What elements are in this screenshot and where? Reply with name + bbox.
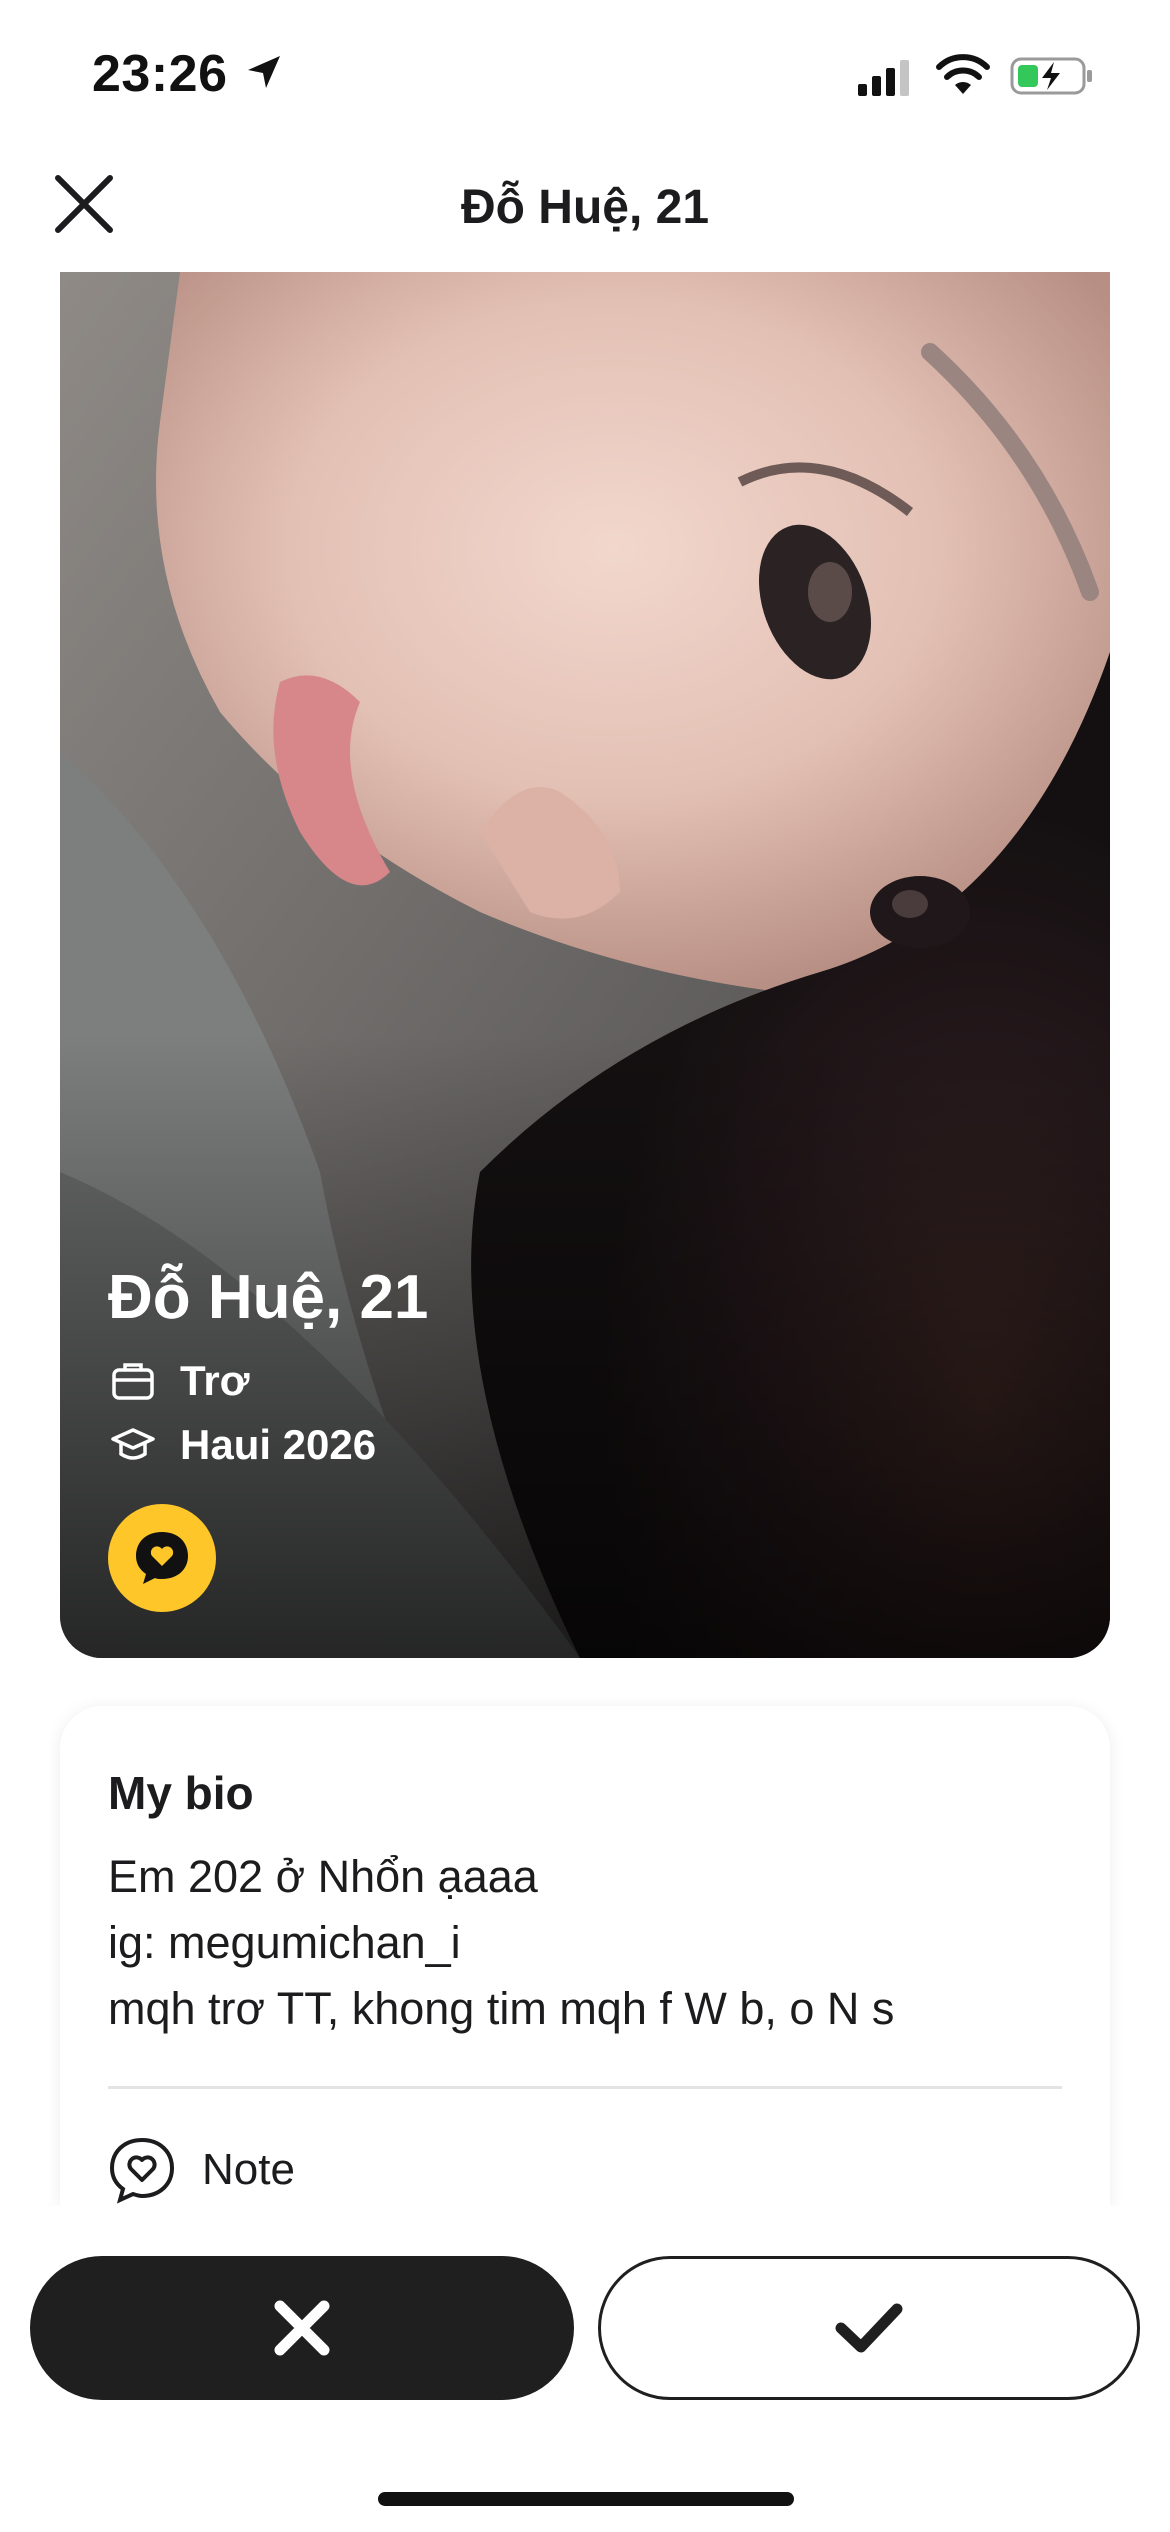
profile-school: Haui 2026 <box>180 1421 377 1468</box>
bio-line: mqh trơ TT, khong tim mqh f W b, o N s <box>108 1983 895 2034</box>
profile-school-row: Haui 2026 <box>108 1413 428 1477</box>
profile-info-overlay: Đỗ Huệ, 21 Trơ Haui 2026 <box>108 1262 428 1477</box>
chat-heart-icon <box>136 1532 188 1584</box>
status-time: 23:26 <box>92 45 228 103</box>
briefcase-icon <box>108 1356 158 1406</box>
battery-charging-icon <box>1010 57 1092 95</box>
x-icon <box>274 2300 330 2356</box>
bio-title: My bio <box>108 1767 254 1819</box>
bio-card: My bio Em 202 ở Nhổn ạaaa ig: megumichan… <box>60 1706 1110 2206</box>
bio-text: Em 202 ở Nhổn ạaaa ig: megumichan_i mqh … <box>108 1844 894 2042</box>
page-title: Đỗ Huệ, 21 <box>460 181 710 234</box>
note-heart-icon <box>109 2137 175 2204</box>
pass-button[interactable] <box>30 2256 574 2400</box>
profile-job: Trơ <box>180 1357 250 1404</box>
divider <box>108 2086 1062 2089</box>
like-button[interactable] <box>598 2256 1140 2400</box>
home-indicator[interactable] <box>378 2492 794 2506</box>
profile-name-age: Đỗ Huệ, 21 <box>108 1263 429 1332</box>
note-button[interactable]: Note <box>106 2134 295 2206</box>
chat-badge-button[interactable] <box>108 1504 216 1612</box>
note-label: Note <box>202 2145 295 2194</box>
profile-job-row: Trơ <box>108 1349 428 1413</box>
graduation-cap-icon <box>108 1420 158 1470</box>
cellular-signal-icon <box>858 60 909 96</box>
check-icon <box>835 2303 903 2353</box>
wifi-icon <box>936 54 990 94</box>
bio-line: ig: megumichan_i <box>108 1917 461 1968</box>
location-arrow-icon <box>248 56 280 88</box>
bio-line: Em 202 ở Nhổn ạaaa <box>108 1851 538 1902</box>
